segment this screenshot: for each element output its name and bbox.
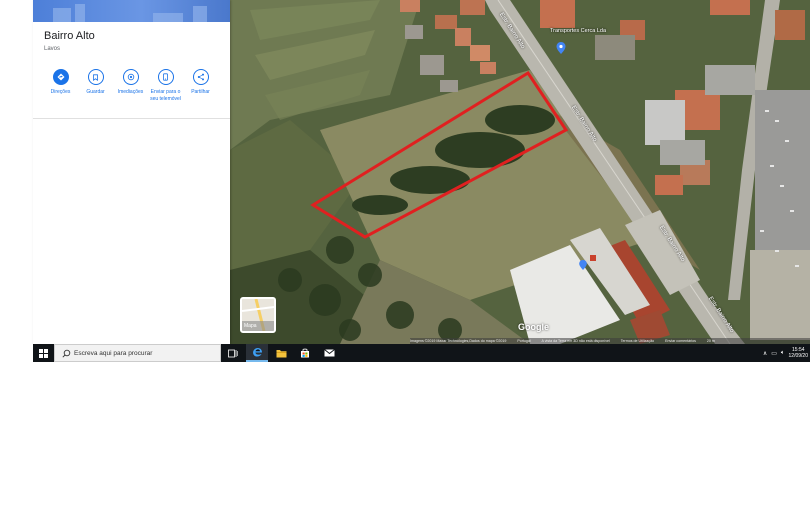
mail-icon[interactable] xyxy=(318,344,340,362)
directions-button[interactable]: Direções xyxy=(43,69,78,102)
start-button[interactable] xyxy=(33,344,53,362)
share-button[interactable]: Partilhar xyxy=(183,69,218,102)
action-bar: Direções Guardar Imediações Enviar para … xyxy=(33,69,230,102)
poi-label[interactable]: Transportes Cerca Lda xyxy=(548,28,608,34)
attribution-region[interactable]: Portugal xyxy=(517,339,530,343)
nearby-icon xyxy=(122,69,139,85)
task-view-icon[interactable] xyxy=(222,344,244,362)
layer-toggle-button[interactable]: Mapa xyxy=(240,297,276,333)
place-photo[interactable] xyxy=(33,0,230,22)
bookmark-icon xyxy=(87,69,104,85)
nearby-label: Imediações xyxy=(117,89,144,95)
place-subtitle: Lavos xyxy=(44,46,61,52)
panel-divider xyxy=(33,118,230,119)
taskbar-search-box[interactable]: Escreva aqui para procurar xyxy=(54,344,221,362)
scale-label[interactable]: 20 m xyxy=(707,339,715,343)
clock-date: 12/09/20 xyxy=(788,353,808,359)
feedback-link[interactable]: Enviar comentários xyxy=(665,339,696,343)
satellite-map[interactable] xyxy=(230,0,810,344)
search-icon xyxy=(62,349,71,358)
send-to-phone-label: Enviar para o seu telemóvel xyxy=(150,89,181,102)
share-icon xyxy=(192,69,209,85)
terms-link[interactable]: Termos de Utilização xyxy=(621,339,654,343)
edge-icon[interactable] xyxy=(246,344,268,362)
system-tray: ∧ ▭ 🔈︎ 15:54 12/09/20 xyxy=(763,344,810,362)
attribution-3d-note: A vista da Terra em 3D não está disponív… xyxy=(541,339,610,343)
layer-label: Mapa xyxy=(244,323,257,329)
directions-label: Direções xyxy=(50,89,71,95)
volume-icon[interactable]: 🔈︎ xyxy=(781,350,785,357)
windows-logo-icon xyxy=(38,348,48,358)
store-icon[interactable] xyxy=(294,344,316,362)
file-explorer-icon[interactable] xyxy=(270,344,292,362)
chevron-up-icon[interactable]: ∧ xyxy=(763,350,767,357)
attribution-text: Imagens ©2019 Maxar Technologies,Dados d… xyxy=(410,339,507,343)
save-button[interactable]: Guardar xyxy=(78,69,113,102)
send-to-phone-button[interactable]: Enviar para o seu telemóvel xyxy=(148,69,183,102)
desktop-screen: Bairro Alto Lavos Direções Guardar Imedi… xyxy=(0,0,810,362)
place-panel: Bairro Alto Lavos Direções Guardar Imedi… xyxy=(33,0,230,344)
nearby-button[interactable]: Imediações xyxy=(113,69,148,102)
network-icon[interactable]: ▭ xyxy=(771,350,777,357)
directions-icon xyxy=(52,69,69,85)
system-clock[interactable]: 15:54 12/09/20 xyxy=(789,347,808,360)
send-to-phone-icon xyxy=(157,69,174,85)
google-logo: Google xyxy=(518,322,549,332)
place-title: Bairro Alto xyxy=(44,30,95,42)
search-placeholder: Escreva aqui para procurar xyxy=(74,349,153,357)
windows-taskbar: Escreva aqui para procurar ∧ ▭ 🔈︎ 15:54 … xyxy=(33,344,810,362)
save-label: Guardar xyxy=(86,89,105,95)
satellite-imagery xyxy=(230,0,810,344)
share-label: Partilhar xyxy=(191,89,210,95)
